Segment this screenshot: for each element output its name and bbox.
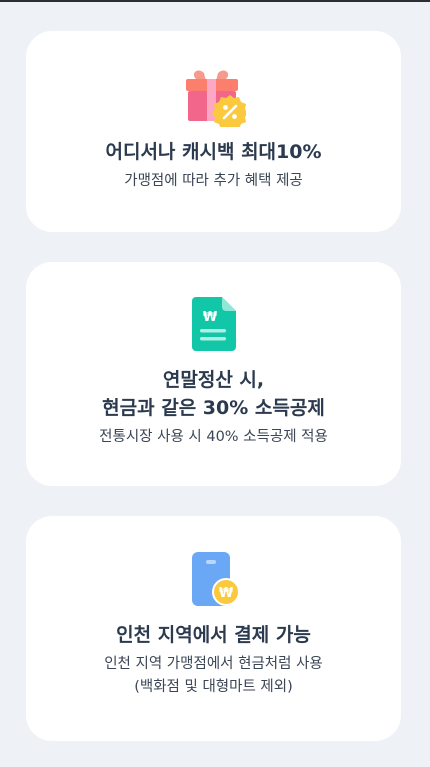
card-description: 인천 지역 가맹점에서 현금처럼 사용 (백화점 및 대형마트 제외) — [104, 656, 323, 695]
benefit-card-tax-deduction: ₩ 연말정산 시, 현금과 같은 30% 소득공제 전통시장 사용 시 40% … — [26, 262, 401, 486]
svg-text:₩: ₩ — [202, 310, 217, 325]
benefit-card-local-payment: ₩ 인천 지역에서 결제 가능 인천 지역 가맹점에서 현금처럼 사용 (백화점… — [26, 516, 401, 741]
card-title: 인천 지역에서 결제 가능 — [116, 624, 311, 646]
won-card-icon: ₩ — [186, 550, 242, 608]
top-divider — [0, 0, 430, 2]
svg-text:₩: ₩ — [218, 586, 233, 601]
card-title: 연말정산 시, 현금과 같은 30% 소득공제 — [102, 369, 325, 419]
card-description: 가맹점에 따라 추가 혜택 제공 — [124, 173, 303, 189]
card-description: 전통시장 사용 시 40% 소득공제 적용 — [99, 429, 328, 445]
card-title: 어디서나 캐시백 최대10% — [105, 141, 322, 163]
won-document-icon: ₩ — [190, 295, 238, 353]
gift-percent-icon — [182, 67, 248, 131]
benefit-card-cashback: 어디서나 캐시백 최대10% 가맹점에 따라 추가 혜택 제공 — [26, 31, 401, 232]
